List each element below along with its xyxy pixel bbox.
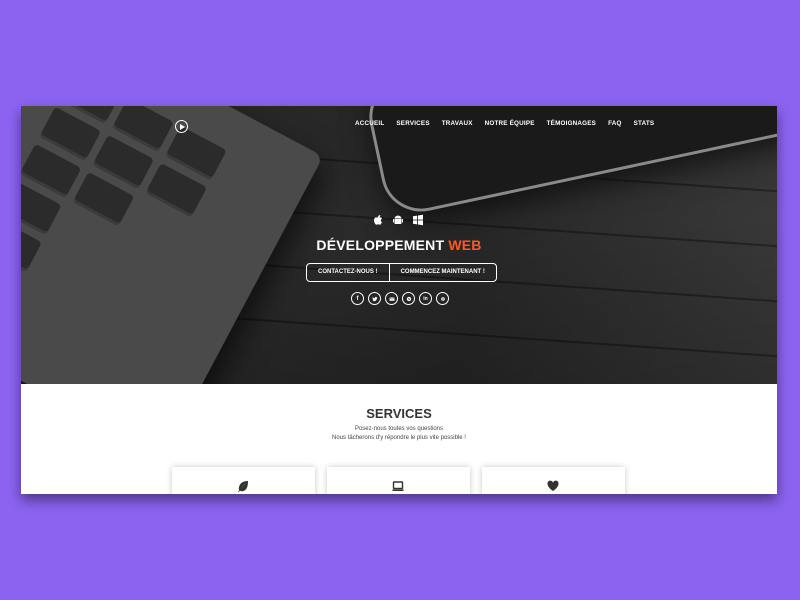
platform-icons — [371, 213, 425, 227]
nav-item-travaux[interactable]: TRAVAUX — [442, 120, 473, 127]
services-subtitle: Posez-nous toutes vos questions Nous tâc… — [21, 425, 777, 443]
hero-title-main: DÉVELOPPEMENT — [316, 237, 445, 253]
services-section: SERVICES Posez-nous toutes vos questions… — [21, 384, 777, 494]
service-card-2[interactable] — [327, 467, 470, 494]
service-card-3[interactable] — [482, 467, 625, 494]
apple-icon — [371, 213, 385, 227]
nav-item-services[interactable]: SERVICES — [396, 120, 429, 127]
skype-icon[interactable]: S — [402, 292, 415, 305]
hero-title-accent: WEB — [448, 237, 482, 253]
windows-icon — [411, 213, 425, 227]
email-icon[interactable] — [385, 292, 398, 305]
nav-item-stats[interactable]: STATS — [634, 120, 655, 127]
nav-item-temoignages[interactable]: TÉMOIGNAGES — [547, 120, 596, 127]
cta-button-group: CONTACTEZ-NOUS ! COMMENCEZ MAINTENANT ! — [306, 263, 497, 282]
nav-item-accueil[interactable]: ACCUEIL — [355, 120, 384, 127]
svg-text:S: S — [407, 297, 409, 301]
linkedin-icon[interactable]: in — [419, 292, 432, 305]
social-links: f S in — [351, 292, 449, 305]
service-card-1[interactable] — [172, 467, 315, 494]
heart-icon — [546, 479, 560, 493]
leaf-icon — [236, 479, 250, 493]
hero-section: ACCUEIL SERVICES TRAVAUX NOTRE ÉQUIPE TÉ… — [21, 106, 777, 384]
hero-title: DÉVELOPPEMENT WEB — [21, 237, 777, 253]
logo-play-icon[interactable] — [175, 120, 188, 133]
laptop-icon — [391, 479, 405, 493]
settings-icon[interactable] — [436, 292, 449, 305]
android-icon — [391, 213, 405, 227]
browser-window: ACCUEIL SERVICES TRAVAUX NOTRE ÉQUIPE TÉ… — [21, 106, 777, 494]
twitter-icon[interactable] — [368, 292, 381, 305]
facebook-icon[interactable]: f — [351, 292, 364, 305]
services-title: SERVICES — [366, 406, 432, 421]
main-nav: ACCUEIL SERVICES TRAVAUX NOTRE ÉQUIPE TÉ… — [355, 120, 666, 127]
start-now-button[interactable]: COMMENCEZ MAINTENANT ! — [388, 264, 496, 281]
nav-item-equipe[interactable]: NOTRE ÉQUIPE — [485, 120, 535, 127]
contact-button[interactable]: CONTACTEZ-NOUS ! — [307, 264, 389, 281]
nav-item-faq[interactable]: FAQ — [608, 120, 622, 127]
services-subtitle-line-2: Nous tâcherons d'y répondre le plus vite… — [332, 435, 466, 441]
services-subtitle-line-1: Posez-nous toutes vos questions — [354, 426, 444, 432]
